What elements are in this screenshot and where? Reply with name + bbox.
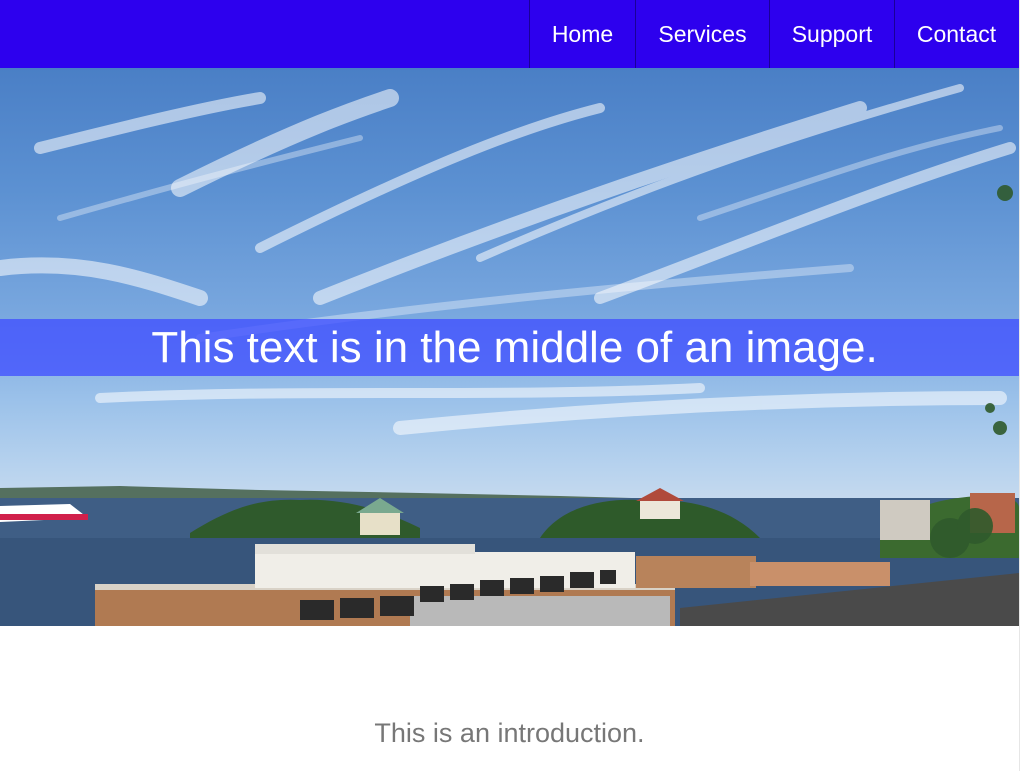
- nav-item-services[interactable]: Services: [635, 0, 769, 68]
- hero-image: This text is in the middle of an image.: [0, 68, 1019, 626]
- top-navbar: Home Services Support Contact: [0, 0, 1019, 68]
- nav-item-support[interactable]: Support: [769, 0, 894, 68]
- nav-item-contact[interactable]: Contact: [894, 0, 1018, 68]
- hero-caption: This text is in the middle of an image.: [0, 319, 1019, 376]
- nav-menu: Home Services Support Contact: [529, 0, 1018, 68]
- nav-item-home[interactable]: Home: [529, 0, 635, 68]
- introduction-text: This is an introduction.: [374, 718, 645, 748]
